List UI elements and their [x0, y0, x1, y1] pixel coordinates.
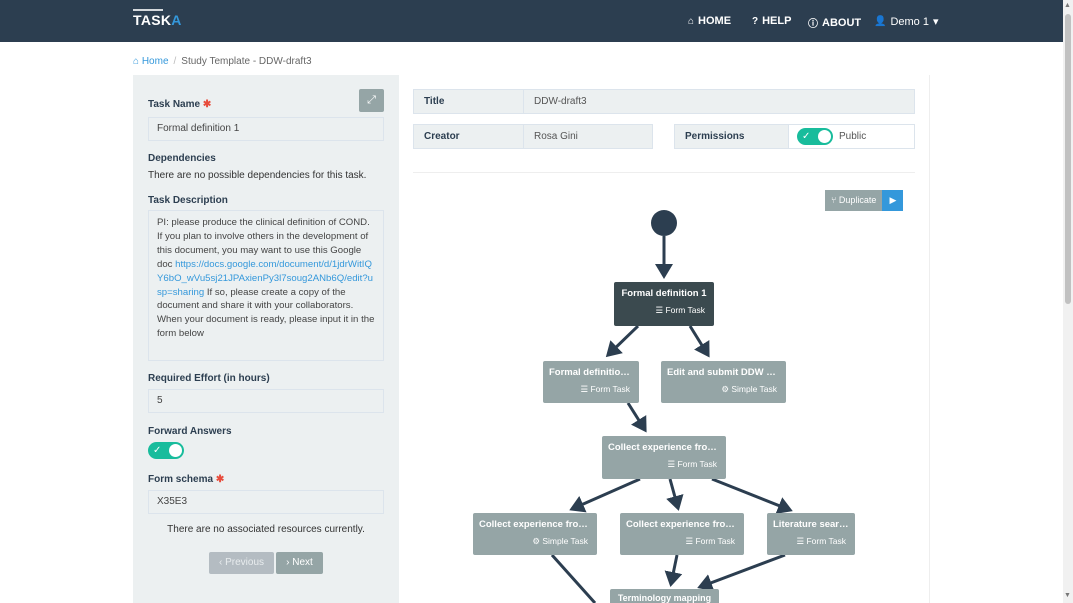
- flow-node-collect-experience[interactable]: Collect experience from... ☰ Form Task: [602, 436, 726, 479]
- list-icon: ☰: [580, 384, 591, 394]
- gear-icon: ⚙: [721, 384, 732, 394]
- node-title: Formal definition 2: [549, 367, 634, 378]
- node-type: ☰ Form Task: [796, 536, 846, 546]
- start-node: [651, 210, 677, 236]
- flow-node-edit-submit[interactable]: Edit and submit DDW pr... ⚙ Simple Task: [661, 361, 786, 403]
- list-icon: ☰: [667, 459, 678, 469]
- edge: [626, 402, 647, 433]
- flow-node-collect-experience-simple[interactable]: Collect experience from... ⚙ Simple Task: [473, 513, 597, 555]
- edge: [711, 477, 793, 514]
- edge: [569, 477, 641, 513]
- edge: [688, 325, 710, 358]
- flow-node-literature-search[interactable]: Literature search ☰ Form Task: [767, 513, 855, 555]
- flow-node-collect-experience-form[interactable]: Collect experience from... ☰ Form Task: [620, 513, 744, 555]
- flow-node-formal-definition-1[interactable]: Formal definition 1 ☰ Form Task: [614, 282, 714, 326]
- node-title: Collect experience from...: [479, 519, 595, 530]
- flow-node-formal-definition-2[interactable]: Formal definition 2 ☰ Form Task: [543, 361, 639, 403]
- node-type: ☰ Form Task: [685, 536, 735, 546]
- edge: [664, 554, 683, 587]
- list-icon: ☰: [685, 536, 696, 546]
- node-type: ☰ Form Task: [667, 459, 717, 469]
- node-title: Collect experience from...: [626, 519, 742, 530]
- node-type: ⚙ Simple Task: [721, 384, 777, 394]
- edge: [550, 553, 597, 603]
- edge: [697, 553, 786, 592]
- node-title: Formal definition 1: [621, 288, 707, 299]
- edge: [605, 324, 640, 358]
- node-type: ☰ Form Task: [655, 305, 705, 315]
- node-type: ☰ Form Task: [580, 384, 630, 394]
- node-type: ⚙ Simple Task: [532, 536, 588, 546]
- edge: [666, 478, 684, 511]
- node-title: Collect experience from...: [608, 442, 724, 453]
- flow-node-terminology-mapping[interactable]: Terminology mapping: [610, 589, 719, 603]
- node-title: Edit and submit DDW pr...: [667, 367, 784, 378]
- list-icon: ☰: [655, 305, 666, 315]
- list-icon: ☰: [796, 536, 807, 546]
- node-title: Terminology mapping: [617, 593, 712, 603]
- node-title: Literature search: [773, 519, 851, 530]
- gear-icon: ⚙: [532, 536, 543, 546]
